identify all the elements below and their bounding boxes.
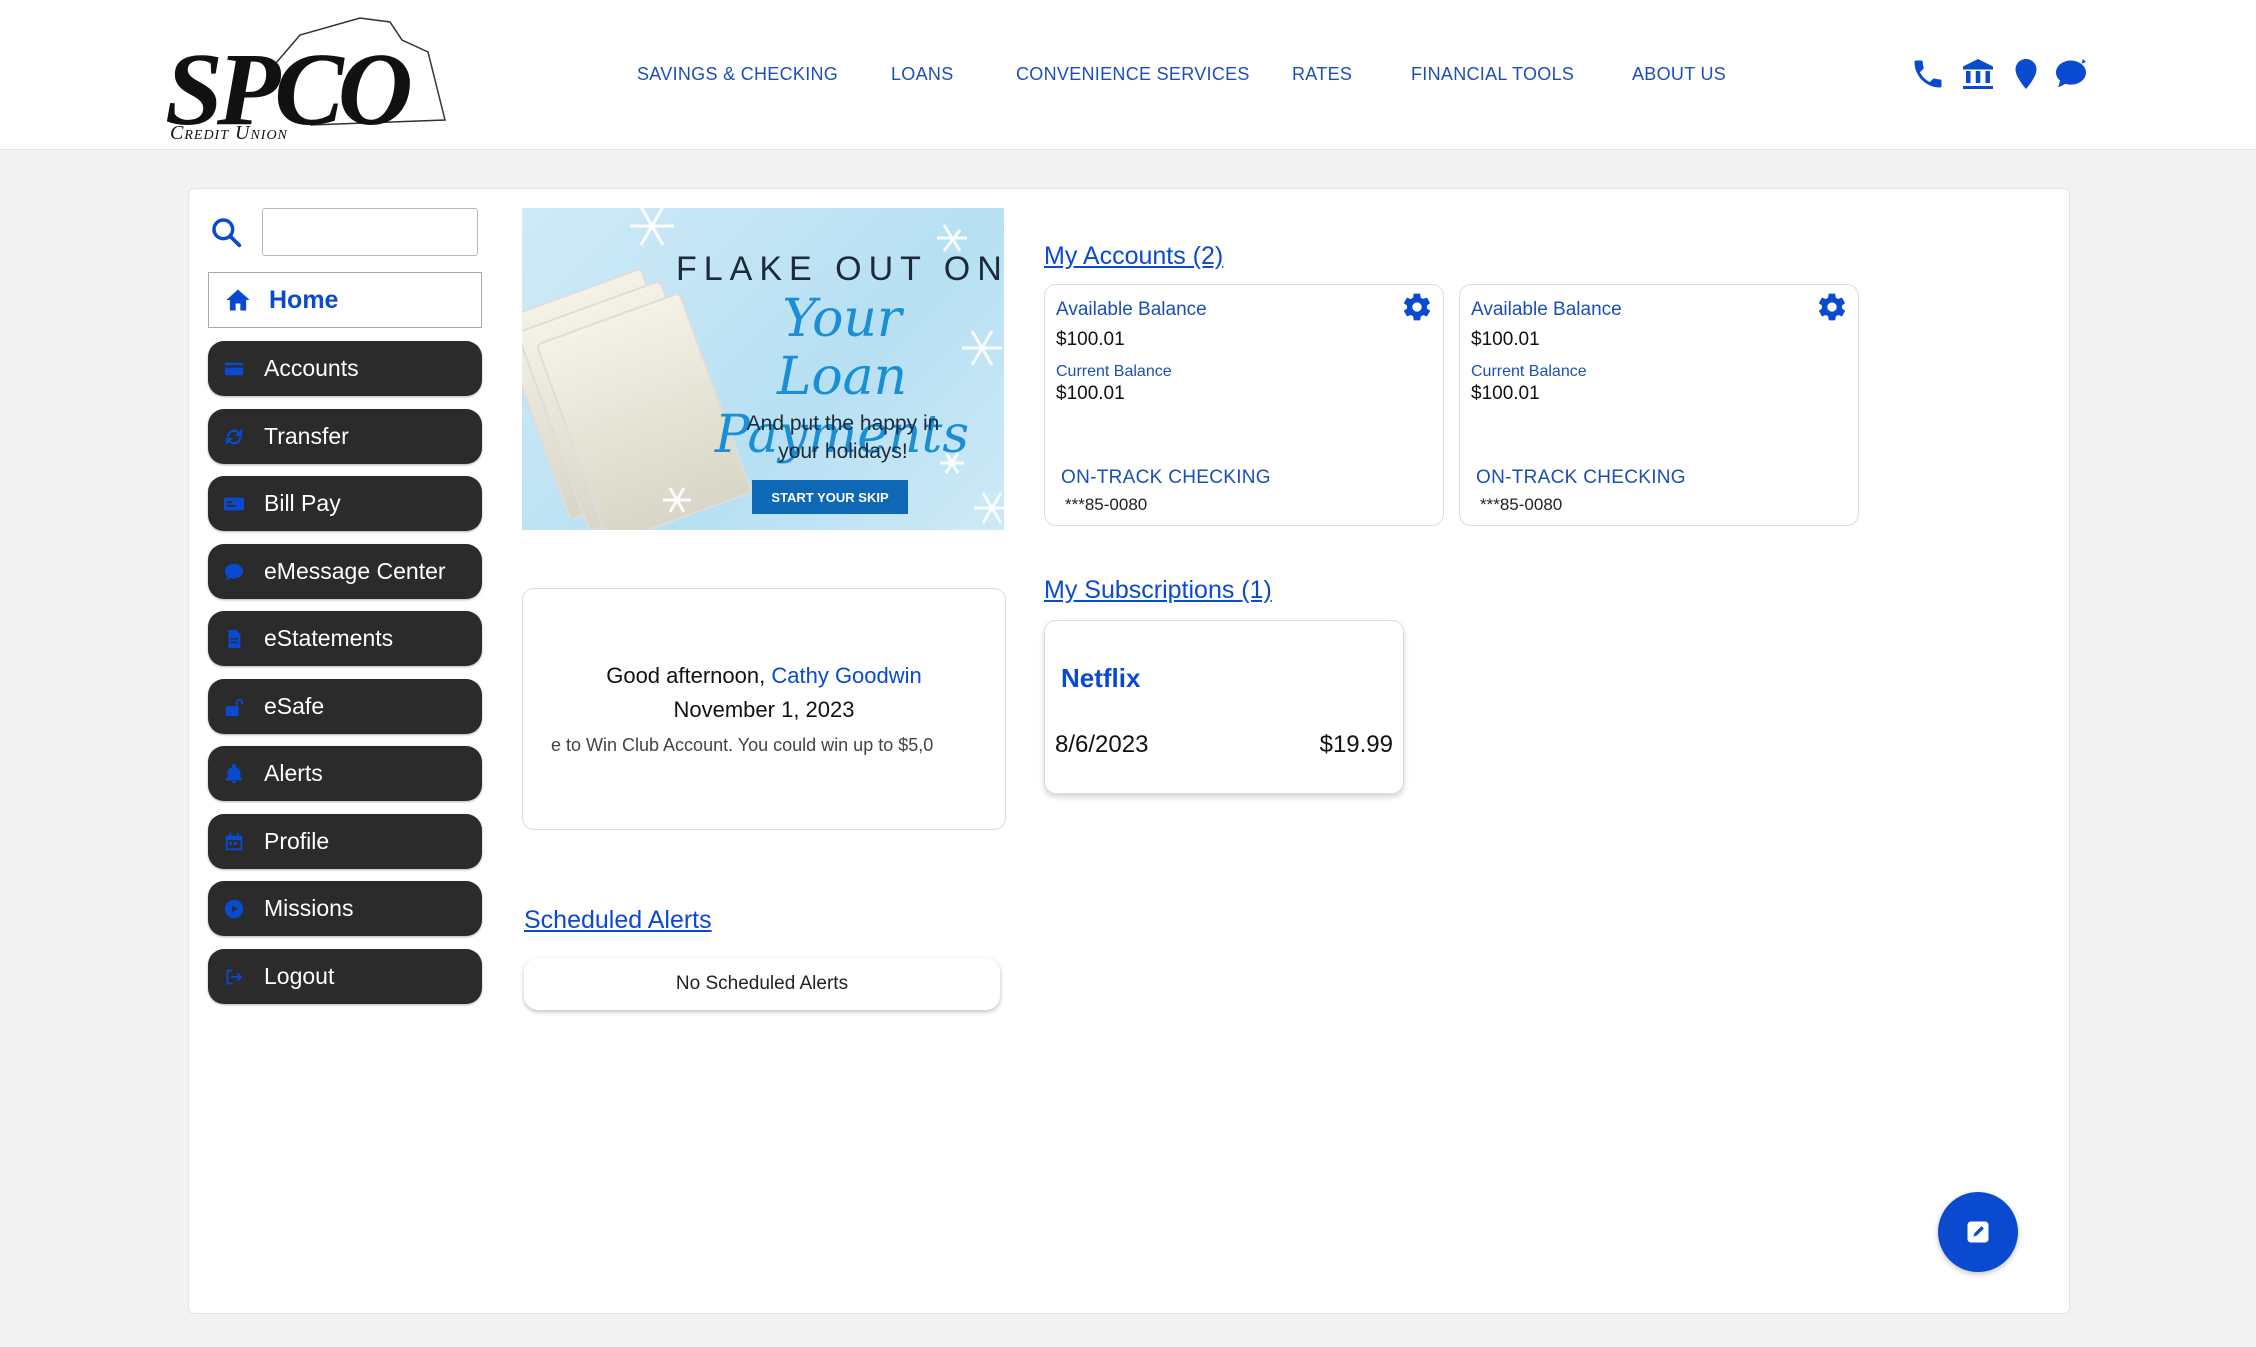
sidebar-item-missions[interactable]: Missions: [208, 881, 482, 936]
current-balance-label: Current Balance: [1056, 363, 1172, 380]
sidebar-item-bill-pay[interactable]: Bill Pay: [208, 476, 482, 531]
sidebar-item-emessage-center[interactable]: eMessage Center: [208, 544, 482, 599]
sidebar-item-esafe[interactable]: eSafe: [208, 679, 482, 734]
banner-subtext: And put the happy in your holidays!: [746, 412, 940, 463]
refresh-icon: [222, 425, 246, 449]
sidebar-item-label: Alerts: [264, 760, 323, 786]
credit-card-icon: [222, 357, 246, 381]
logout-icon: [222, 965, 246, 989]
current-balance-value: $100.01: [1471, 383, 1540, 404]
account-number: ***85-0080: [1065, 495, 1148, 514]
sidebar-item-profile[interactable]: Profile: [208, 814, 482, 869]
phone-icon[interactable]: [1910, 56, 1946, 92]
sidebar-item-label: eMessage Center: [264, 558, 446, 584]
greeting-date: November 1, 2023: [673, 697, 855, 722]
promo-banner[interactable]: FLAKE OUT ON Your Loan Payments And put …: [522, 208, 1004, 530]
sidebar-item-accounts[interactable]: Accounts: [208, 341, 482, 396]
account-number: ***85-0080: [1480, 495, 1563, 514]
nav-about-us[interactable]: ABOUT US: [1632, 64, 1726, 85]
subscription-amount: $19.99: [1319, 731, 1393, 758]
nav-financial-tools[interactable]: FINANCIAL TOOLS: [1411, 64, 1574, 85]
sidebar-item-alerts[interactable]: Alerts: [208, 746, 482, 801]
start-your-skip-button[interactable]: START YOUR SKIP: [752, 480, 908, 514]
search-icon[interactable]: [210, 216, 242, 248]
current-balance-label: Current Balance: [1471, 363, 1587, 380]
current-balance-value: $100.01: [1056, 383, 1125, 404]
sidebar-item-label: Logout: [264, 963, 335, 989]
scheduled-alerts-link[interactable]: Scheduled Alerts: [524, 906, 712, 935]
message-icon: [222, 560, 246, 584]
sidebar-item-label: Transfer: [264, 423, 349, 449]
sidebar-item-label: Missions: [264, 895, 354, 921]
logo-subtitle: Credit Union: [170, 122, 288, 144]
my-accounts-link[interactable]: My Accounts (2): [1044, 242, 1223, 271]
nav-rates[interactable]: RATES: [1292, 64, 1352, 85]
nav-loans[interactable]: LOANS: [891, 64, 954, 85]
account-name: ON-TRACK CHECKING: [1061, 467, 1271, 488]
greeting-card: Good afternoon, Cathy Goodwin November 1…: [522, 588, 1006, 830]
account-card[interactable]: Available Balance $100.01 Current Balanc…: [1459, 284, 1859, 526]
my-subscriptions-link[interactable]: My Subscriptions (1): [1044, 576, 1272, 605]
edit-icon: [1967, 1221, 1989, 1243]
bank-icon[interactable]: [1960, 56, 1996, 92]
account-name: ON-TRACK CHECKING: [1476, 467, 1686, 488]
announcement-marquee: e to Win Club Account. You could win up …: [551, 735, 934, 755]
available-balance-label: Available Balance: [1471, 299, 1622, 320]
nav-convenience-services[interactable]: CONVENIENCE SERVICES: [1016, 64, 1250, 85]
gear-icon[interactable]: [1401, 291, 1433, 323]
calendar-icon: [222, 830, 246, 854]
bill-icon: [222, 492, 246, 516]
location-pin-icon[interactable]: [2008, 56, 2044, 92]
subscription-date: 8/6/2023: [1055, 731, 1149, 758]
sidebar-item-logout[interactable]: Logout: [208, 949, 482, 1004]
sidebar-item-transfer[interactable]: Transfer: [208, 409, 482, 464]
subscription-service: Netflix: [1061, 663, 1141, 693]
home-icon: [223, 286, 253, 314]
subscription-card[interactable]: Netflix 8/6/2023 $19.99: [1044, 620, 1404, 794]
scheduled-alerts-empty: No Scheduled Alerts: [524, 958, 1000, 1010]
sidebar-item-label: eStatements: [264, 625, 394, 651]
greeting-line: Good afternoon, Cathy Goodwin: [606, 663, 922, 688]
nav-savings-checking[interactable]: SAVINGS & CHECKING: [637, 64, 838, 85]
play-circle-icon: [222, 897, 246, 921]
site-header: SPCO Credit Union SAVINGS & CHECKING LOA…: [0, 0, 2256, 150]
document-icon: [222, 627, 246, 651]
search-input[interactable]: [262, 208, 478, 256]
banner-headline: FLAKE OUT ON: [676, 250, 1004, 288]
gear-icon[interactable]: [1816, 291, 1848, 323]
sidebar-item-label: Profile: [264, 828, 330, 854]
available-balance-value: $100.01: [1056, 329, 1125, 350]
sidebar-item-home[interactable]: Home: [208, 272, 482, 328]
sidebar-item-label: Bill Pay: [264, 490, 341, 516]
user-name: Cathy Goodwin: [771, 663, 922, 688]
available-balance-label: Available Balance: [1056, 299, 1207, 320]
sidebar-item-label: eSafe: [264, 693, 325, 719]
unlock-icon: [222, 695, 246, 719]
account-card[interactable]: Available Balance $100.01 Current Balanc…: [1044, 284, 1444, 526]
available-balance-value: $100.01: [1471, 329, 1540, 350]
sidebar-item-estatements[interactable]: eStatements: [208, 611, 482, 666]
sidebar-home-label: Home: [269, 285, 339, 314]
chat-icon[interactable]: [2053, 56, 2089, 92]
edit-fab-button[interactable]: [1938, 1192, 2018, 1272]
bell-icon: [222, 762, 246, 786]
sidebar-item-label: Accounts: [264, 355, 359, 381]
